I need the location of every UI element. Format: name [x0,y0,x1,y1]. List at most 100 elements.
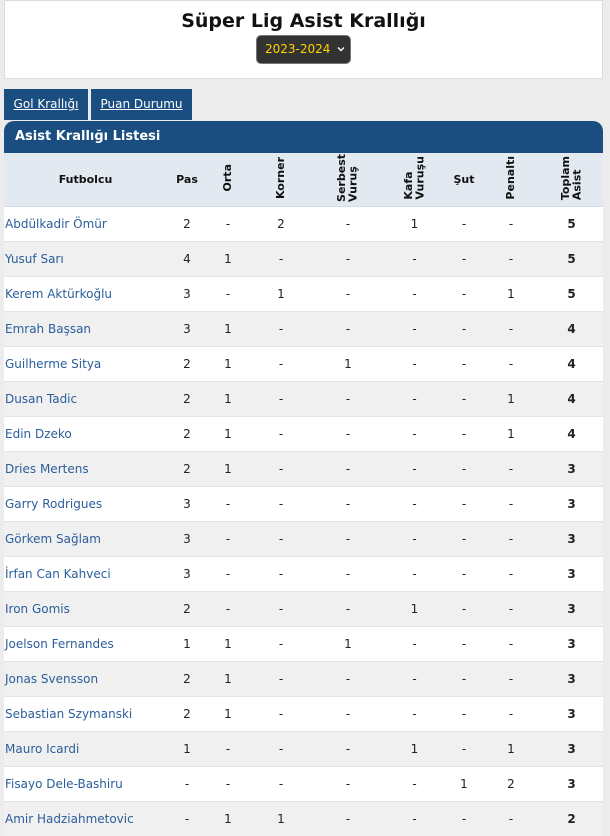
cell-korner: 1 [249,801,313,836]
table-row: Görkem Sağlam 3 - - - - - - 3 [4,521,603,557]
player-link[interactable]: Garry Rodrigues [4,486,167,522]
cell-toplam: 3 [540,626,603,662]
cell-sut: - [446,416,482,452]
table-row: Garry Rodrigues 3 - - - - - - 3 [4,486,603,522]
cell-penalti: 1 [482,731,540,767]
cell-sut: - [446,556,482,592]
cell-sut: - [446,381,482,417]
cell-serbest: - [313,731,383,767]
table-row: Joelson Fernandes 1 1 - 1 - - - 3 [4,626,603,662]
player-link[interactable]: Yusuf Sarı [4,241,167,277]
cell-kafa: - [383,486,446,522]
tab-puan-durumu[interactable]: Puan Durumu [91,89,192,120]
cell-orta: - [207,766,249,802]
cell-kafa: - [383,346,446,382]
player-link[interactable]: Iron Gomis [4,591,167,627]
cell-orta: - [207,591,249,627]
cell-penalti: - [482,801,540,836]
cell-toplam: 4 [540,346,603,382]
player-link[interactable]: Dries Mertens [4,451,167,487]
cell-pas: 3 [167,276,207,312]
cell-serbest: - [313,241,383,277]
col-header-korner: Korner [249,153,313,207]
cell-kafa: - [383,311,446,347]
cell-orta: - [207,556,249,592]
cell-penalti: 1 [482,381,540,417]
cell-serbest: - [313,556,383,592]
cell-kafa: - [383,556,446,592]
cell-pas: 3 [167,311,207,347]
cell-kafa: - [383,451,446,487]
cell-toplam: 5 [540,241,603,277]
player-link[interactable]: Edin Dzeko [4,416,167,452]
cell-penalti: 1 [482,416,540,452]
col-header-player: Futbolcu [4,153,167,207]
cell-orta: - [207,731,249,767]
cell-orta: 1 [207,311,249,347]
cell-sut: - [446,521,482,557]
col-header-pas: Pas [167,153,207,207]
cell-serbest: - [313,591,383,627]
cell-penalti: - [482,591,540,627]
cell-penalti: - [482,486,540,522]
col-header-toplam: Toplam Asist [540,153,603,207]
cell-korner: - [249,521,313,557]
cell-toplam: 4 [540,311,603,347]
cell-korner: - [249,731,313,767]
cell-pas: 2 [167,451,207,487]
col-header-kafa: Kafa Vuruşu [383,153,446,207]
cell-sut: - [446,696,482,732]
player-link[interactable]: Mauro Icardi [4,731,167,767]
cell-toplam: 3 [540,521,603,557]
player-link[interactable]: Abdülkadir Ömür [4,206,167,242]
cell-toplam: 3 [540,766,603,802]
cell-toplam: 3 [540,661,603,697]
cell-penalti: - [482,451,540,487]
table-row: Emrah Başsan 3 1 - - - - - 4 [4,311,603,347]
cell-sut: - [446,591,482,627]
cell-kafa: 1 [383,206,446,242]
season-select[interactable]: 2023-2024 [256,35,351,64]
cell-sut: - [446,346,482,382]
cell-toplam: 3 [540,486,603,522]
player-link[interactable]: Joelson Fernandes [4,626,167,662]
cell-sut: - [446,731,482,767]
table-row: Mauro Icardi 1 - - - 1 - 1 3 [4,731,603,767]
cell-korner: - [249,766,313,802]
cell-toplam: 3 [540,731,603,767]
assist-table: Futbolcu Pas Orta Korner Serbest Vuruş K… [4,153,603,836]
cell-orta: 1 [207,241,249,277]
table-row: Yusuf Sarı 4 1 - - - - - 5 [4,241,603,277]
cell-serbest: - [313,661,383,697]
player-link[interactable]: Amir Hadziahmetovic [4,801,167,836]
player-link[interactable]: Dusan Tadic [4,381,167,417]
table-row: Dusan Tadic 2 1 - - - - 1 4 [4,381,603,417]
col-header-orta: Orta [207,153,249,207]
player-link[interactable]: Sebastian Szymanski [4,696,167,732]
player-link[interactable]: Jonas Svensson [4,661,167,697]
cell-kafa: 1 [383,591,446,627]
player-link[interactable]: Kerem Aktürkoğlu [4,276,167,312]
cell-kafa: - [383,766,446,802]
cell-toplam: 5 [540,206,603,242]
cell-sut: - [446,661,482,697]
season-select-value: 2023-2024 [265,42,331,56]
cell-korner: 1 [249,276,313,312]
player-link[interactable]: Guilherme Sitya [4,346,167,382]
cell-penalti: - [482,311,540,347]
player-link[interactable]: Görkem Sağlam [4,521,167,557]
player-link[interactable]: Fisayo Dele-Bashiru [4,766,167,802]
cell-orta: - [207,486,249,522]
cell-pas: 2 [167,381,207,417]
table-row: Fisayo Dele-Bashiru - - - - - 1 2 3 [4,766,603,802]
cell-orta: 1 [207,801,249,836]
cell-serbest: - [313,801,383,836]
cell-pas: - [167,801,207,836]
cell-penalti: - [482,241,540,277]
cell-sut: - [446,276,482,312]
cell-sut: - [446,311,482,347]
tab-gol-kralligi[interactable]: Gol Krallığı [4,89,88,120]
cell-kafa: - [383,241,446,277]
player-link[interactable]: Emrah Başsan [4,311,167,347]
player-link[interactable]: İrfan Can Kahveci [4,556,167,592]
